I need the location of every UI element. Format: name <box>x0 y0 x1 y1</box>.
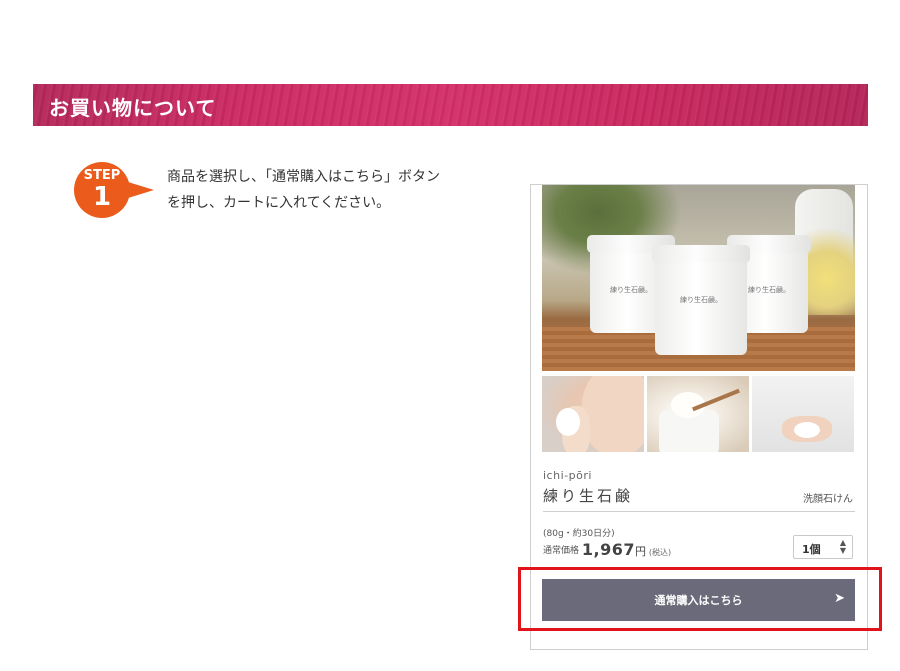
product-name: 練り生石鹸 <box>543 487 634 505</box>
quantity-value: 1個 <box>802 543 821 556</box>
step-instructions: 商品を選択し、「通常購入はこちら」ボタン を押し、カートに入れてください。 <box>167 164 487 216</box>
thumbnail-lather[interactable] <box>752 376 854 452</box>
quantity-select[interactable]: 1個 ▲ ▼ <box>793 535 853 559</box>
brand-name-en: ichi-pōri <box>543 469 592 482</box>
tax-note: (税込) <box>648 548 672 557</box>
section-banner: お買い物について <box>33 84 868 126</box>
section-title: お買い物について <box>49 96 217 120</box>
step-word: STEP <box>83 168 121 183</box>
soap-jar: 練り生石鹸。 <box>652 245 750 355</box>
jar-label: 練り生石鹸。 <box>680 296 722 304</box>
quantity-note: (80g・約30日分) <box>543 529 615 539</box>
step-badge: STEP 1 <box>74 162 154 218</box>
price-label: 通常価格 <box>543 546 580 556</box>
step-number: 1 <box>92 182 112 212</box>
step-instruction-line-2: を押し、カートに入れてください。 <box>167 195 391 211</box>
product-thumbnails <box>542 376 855 452</box>
product-category: 洗顔石けん <box>803 494 853 505</box>
price-value: 1,967 <box>581 540 635 559</box>
add-to-cart-button[interactable]: 通常購入はこちら ➤ <box>542 579 855 621</box>
jar-lid <box>652 245 750 263</box>
product-hero-image[interactable]: 練り生石鹸。 練り生石鹸。 練り生石鹸。 <box>542 185 855 371</box>
divider <box>543 511 855 512</box>
thumbnail-face-wash[interactable] <box>542 376 644 452</box>
thumbnail-soap-texture[interactable] <box>647 376 749 452</box>
step-instruction-line-1: 商品を選択し、「通常購入はこちら」ボタン <box>167 169 440 185</box>
price-row: 通常価格 1,967円 (税込) <box>543 540 671 559</box>
currency: 円 <box>635 545 646 558</box>
cart-button-label: 通常購入はこちら <box>654 594 743 607</box>
chevron-right-icon: ➤ <box>834 591 845 606</box>
updown-arrows-icon: ▲ ▼ <box>839 538 846 555</box>
